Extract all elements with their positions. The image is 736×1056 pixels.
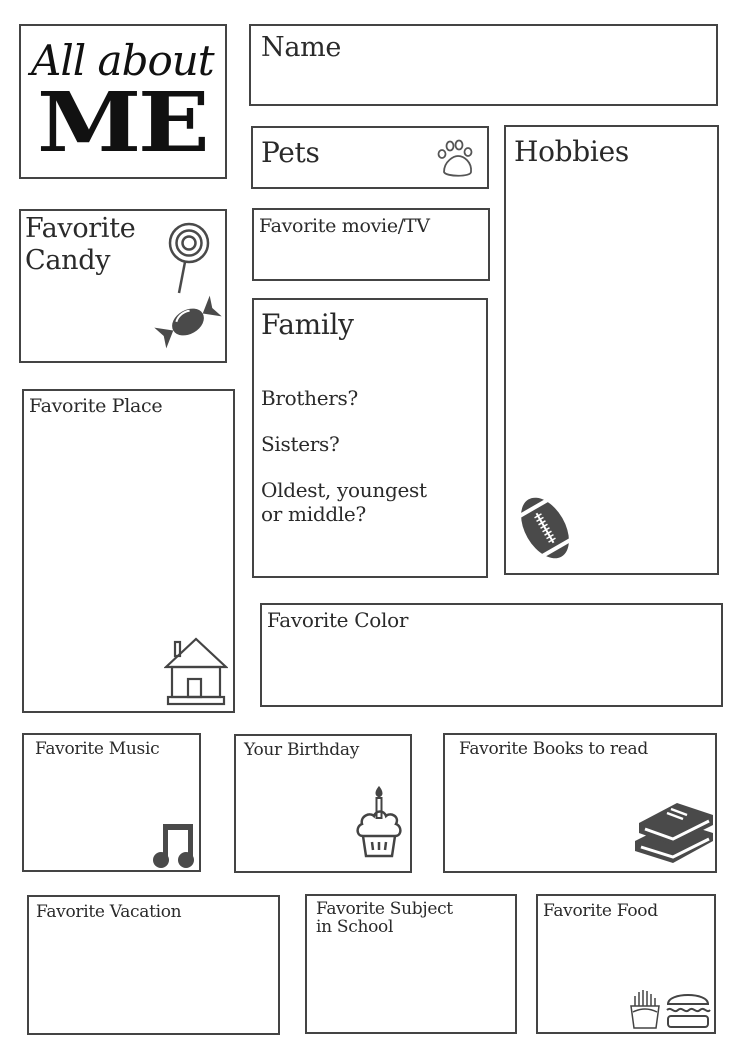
house-icon bbox=[164, 637, 228, 706]
title-box: All about ME bbox=[19, 24, 227, 179]
name-box[interactable]: Name bbox=[249, 24, 718, 106]
favorite-candy-label: Favorite Candy bbox=[25, 213, 136, 276]
favorite-place-box[interactable]: Favorite Place bbox=[22, 389, 235, 713]
favorite-food-box[interactable]: Favorite Food bbox=[536, 894, 716, 1034]
favorite-color-box[interactable]: Favorite Color bbox=[260, 603, 723, 707]
family-box[interactable]: Family Brothers? Sisters? Oldest, younge… bbox=[252, 298, 488, 578]
family-title: Family bbox=[261, 308, 354, 341]
your-birthday-label: Your Birthday bbox=[244, 740, 360, 760]
favorite-color-label: Favorite Color bbox=[267, 608, 409, 632]
hobbies-box[interactable]: Hobbies bbox=[504, 125, 719, 575]
hobbies-label: Hobbies bbox=[514, 135, 629, 168]
favorite-books-box[interactable]: Favorite Books to read bbox=[443, 733, 717, 873]
favorite-books-label: Favorite Books to read bbox=[459, 739, 648, 759]
name-label: Name bbox=[261, 32, 342, 63]
lollipop-icon bbox=[168, 222, 210, 294]
pets-box[interactable]: Pets bbox=[251, 126, 489, 189]
favorite-candy-box[interactable]: Favorite Candy bbox=[19, 209, 227, 363]
burger-icon bbox=[666, 994, 711, 1028]
pets-label: Pets bbox=[261, 136, 320, 169]
fries-icon bbox=[630, 990, 660, 1029]
football-icon bbox=[514, 493, 576, 563]
favorite-music-box[interactable]: Favorite Music bbox=[22, 733, 201, 872]
favorite-subject-label: Favorite Subject in School bbox=[316, 899, 453, 937]
family-question-sisters: Sisters? bbox=[261, 432, 340, 456]
favorite-music-label: Favorite Music bbox=[35, 739, 160, 759]
books-icon bbox=[635, 803, 713, 863]
favorite-place-label: Favorite Place bbox=[29, 395, 163, 417]
favorite-subject-box[interactable]: Favorite Subject in School bbox=[305, 894, 517, 1034]
wrapped-candy-icon bbox=[154, 295, 222, 349]
favorite-vacation-label: Favorite Vacation bbox=[36, 902, 182, 922]
favorite-movie-tv-box[interactable]: Favorite movie/TV bbox=[252, 208, 490, 281]
music-note-icon bbox=[153, 824, 194, 868]
family-question-birth-order: Oldest, youngest or middle? bbox=[261, 478, 427, 526]
family-question-brothers: Brothers? bbox=[261, 386, 358, 410]
cupcake-icon bbox=[356, 786, 402, 858]
your-birthday-box[interactable]: Your Birthday bbox=[234, 734, 412, 873]
favorite-food-label: Favorite Food bbox=[543, 901, 658, 921]
title-me: ME bbox=[37, 75, 210, 171]
favorite-vacation-box[interactable]: Favorite Vacation bbox=[27, 895, 280, 1035]
paw-icon bbox=[437, 139, 473, 177]
favorite-movie-tv-label: Favorite movie/TV bbox=[259, 215, 430, 237]
